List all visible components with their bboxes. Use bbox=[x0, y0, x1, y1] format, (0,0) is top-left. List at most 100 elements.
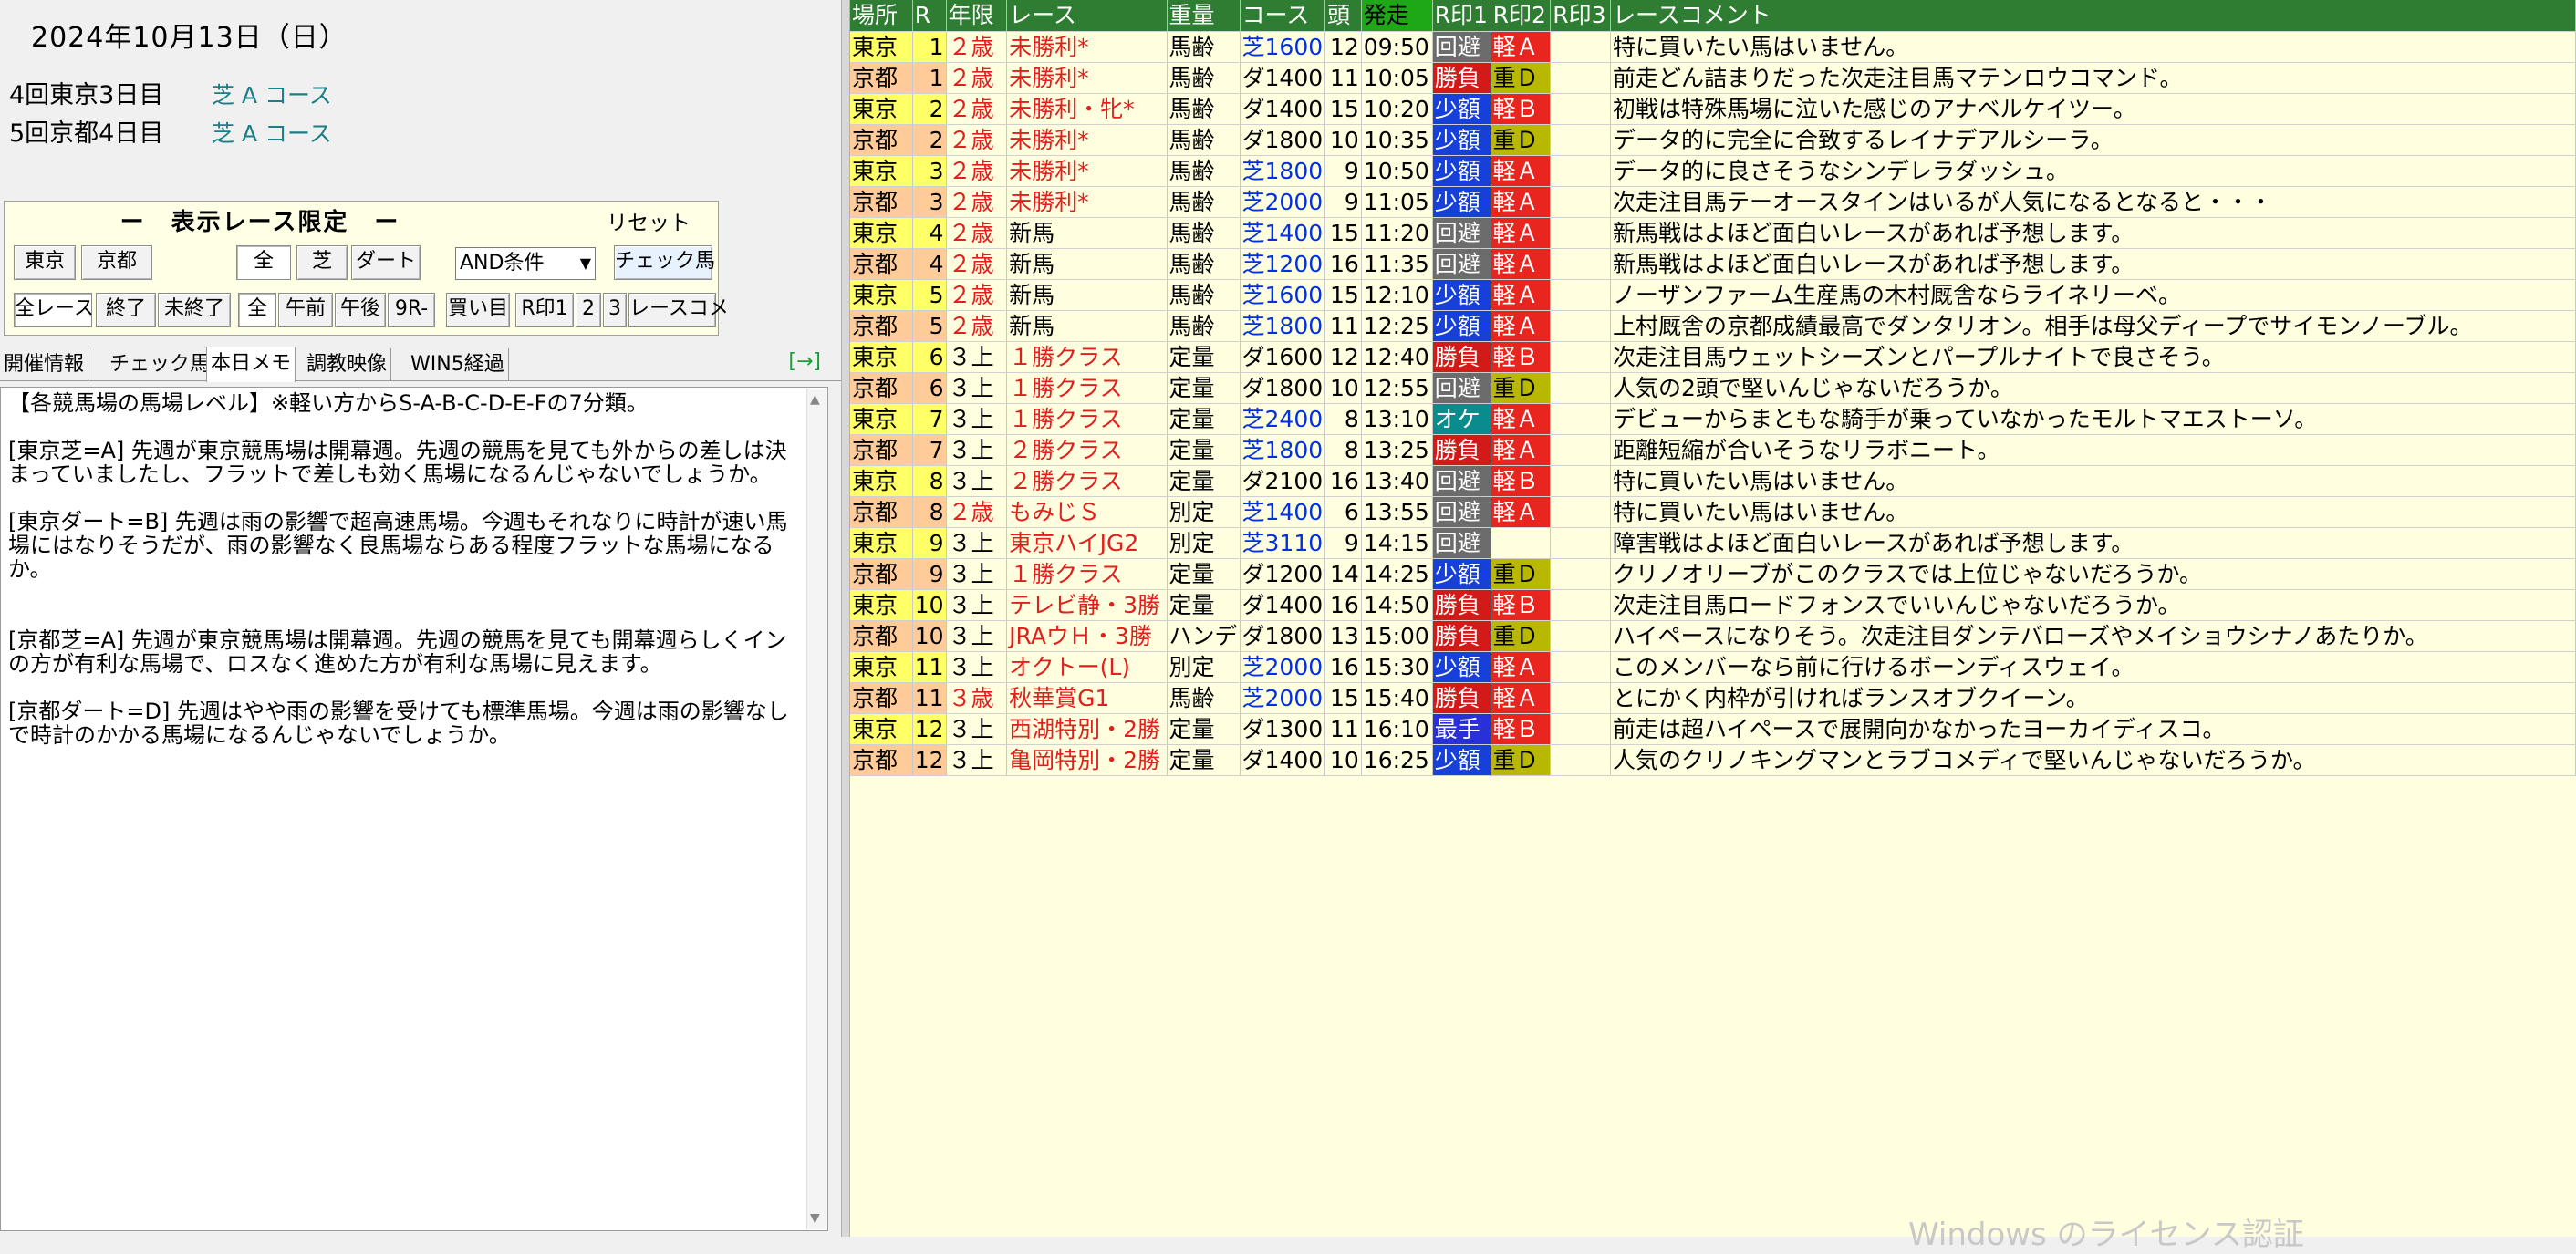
rmark3-cell[interactable] bbox=[1550, 713, 1611, 745]
start-cell[interactable]: 11:20 bbox=[1361, 217, 1433, 249]
heads-cell[interactable]: 10 bbox=[1324, 744, 1362, 776]
r-cell[interactable]: 9 bbox=[912, 558, 947, 590]
age-cell[interactable]: ２歳 bbox=[946, 279, 1008, 311]
race-cell[interactable]: 未勝利* bbox=[1006, 31, 1168, 63]
rmark3-button[interactable]: 3 bbox=[603, 293, 627, 327]
rmark2-cell[interactable]: 軽Ａ bbox=[1491, 434, 1552, 466]
heads-cell[interactable]: 11 bbox=[1324, 62, 1362, 94]
rmark2-cell[interactable]: 重Ｄ bbox=[1491, 124, 1552, 156]
rmark1-cell[interactable]: 勝負 bbox=[1432, 434, 1491, 466]
heads-cell[interactable]: 12 bbox=[1324, 31, 1362, 63]
venue-cell[interactable]: 京都 bbox=[850, 310, 913, 342]
start-cell[interactable]: 09:50 bbox=[1361, 31, 1433, 63]
weight-cell[interactable]: 馬齢 bbox=[1167, 248, 1241, 280]
filter-dirt-button[interactable]: ダート bbox=[351, 245, 421, 280]
filter-finished-button[interactable]: 終了 bbox=[96, 293, 156, 327]
rmark1-cell[interactable]: 回避 bbox=[1432, 217, 1491, 249]
rmark3-cell[interactable] bbox=[1550, 496, 1611, 528]
filter-tokyo-button[interactable]: 東京 bbox=[14, 245, 76, 280]
rmark2-cell[interactable]: 重Ｄ bbox=[1491, 558, 1552, 590]
race-cell[interactable]: 未勝利* bbox=[1006, 155, 1168, 187]
venue-cell[interactable]: 京都 bbox=[850, 186, 913, 218]
table-row[interactable]: 京都 4 ２歳 新馬 馬齢 芝1200 16 11:35 回避 軽Ａ 新馬戦はよほど面白いレースがあ… bbox=[850, 248, 2576, 280]
rmark1-cell[interactable]: 勝負 bbox=[1432, 682, 1491, 714]
rmark2-cell[interactable]: 重Ｄ bbox=[1491, 744, 1552, 776]
table-row[interactable]: 京都 12 ３上 亀岡特別・2勝 定量 ダ1400 10 16:25 少額 重Ｄ 人気のクリノキング… bbox=[850, 744, 2576, 776]
heads-cell[interactable]: 9 bbox=[1324, 155, 1362, 187]
course-cell[interactable]: 芝1800 bbox=[1240, 155, 1326, 187]
course-cell[interactable]: 芝1200 bbox=[1240, 248, 1326, 280]
course-cell[interactable]: ダ1800 bbox=[1240, 620, 1326, 652]
reset-button[interactable]: リセット bbox=[607, 205, 691, 236]
table-row[interactable]: 京都 8 ２歳 もみじＳ 別定 芝1400 6 13:55 回避 軽Ａ 特に買いたい馬はいません。 bbox=[850, 496, 2576, 528]
rmark3-cell[interactable] bbox=[1550, 620, 1611, 652]
weight-cell[interactable]: 馬齢 bbox=[1167, 310, 1241, 342]
venue-cell[interactable]: 東京 bbox=[850, 527, 913, 559]
race-cell[interactable]: もみじＳ bbox=[1006, 496, 1168, 528]
age-cell[interactable]: ３上 bbox=[946, 403, 1008, 435]
weight-cell[interactable]: 馬齢 bbox=[1167, 217, 1241, 249]
weight-cell[interactable]: 馬齢 bbox=[1167, 124, 1241, 156]
col-rmark2-header[interactable]: R印2 bbox=[1491, 0, 1552, 32]
table-row[interactable]: 東京 2 ２歳 未勝利・牝* 馬齢 ダ1400 15 10:20 少額 軽Ｂ 初戦は特殊馬場に泣いた… bbox=[850, 93, 2576, 125]
weight-cell[interactable]: 馬齢 bbox=[1167, 93, 1241, 125]
weight-cell[interactable]: 別定 bbox=[1167, 496, 1241, 528]
age-cell[interactable]: ２歳 bbox=[946, 496, 1008, 528]
age-cell[interactable]: ３上 bbox=[946, 713, 1008, 745]
weight-cell[interactable]: 馬齢 bbox=[1167, 31, 1241, 63]
race-cell[interactable]: ２勝クラス bbox=[1006, 465, 1168, 497]
rmark3-cell[interactable] bbox=[1550, 744, 1611, 776]
rmark1-cell[interactable]: オケ bbox=[1432, 403, 1491, 435]
venue-cell[interactable]: 東京 bbox=[850, 217, 913, 249]
venue-cell[interactable]: 京都 bbox=[850, 496, 913, 528]
venue-cell[interactable]: 東京 bbox=[850, 403, 913, 435]
race-cell[interactable]: １勝クラス bbox=[1006, 341, 1168, 373]
age-cell[interactable]: ２歳 bbox=[946, 186, 1008, 218]
table-row[interactable]: 京都 3 ２歳 未勝利* 馬齢 芝2000 9 11:05 少額 軽Ａ 次走注目馬テーオースタインは… bbox=[850, 186, 2576, 218]
course-cell[interactable]: ダ1400 bbox=[1240, 589, 1326, 621]
today-memo-text[interactable]: 【各競馬場の馬場レベル】※軽い方からS-A-B-C-D-E-Fの7分類。 [東京… bbox=[0, 387, 828, 1231]
filter-unfinished-button[interactable]: 未終了 bbox=[158, 293, 231, 327]
comment-cell[interactable]: デビューからまともな騎手が乗っていなかったモルトマエストーソ。 bbox=[1610, 403, 2576, 435]
rmark2-cell[interactable]: 軽Ｂ bbox=[1491, 589, 1552, 621]
start-cell[interactable]: 10:20 bbox=[1361, 93, 1433, 125]
rmark2-cell[interactable]: 軽Ａ bbox=[1491, 651, 1552, 683]
rmark3-cell[interactable] bbox=[1550, 651, 1611, 683]
rmark2-cell[interactable]: 軽Ａ bbox=[1491, 403, 1552, 435]
weight-cell[interactable]: 馬齢 bbox=[1167, 186, 1241, 218]
col-r-header[interactable]: R bbox=[912, 0, 947, 32]
rmark1-cell[interactable]: 回避 bbox=[1432, 372, 1491, 404]
course-cell[interactable]: 芝2000 bbox=[1240, 651, 1326, 683]
start-cell[interactable]: 13:25 bbox=[1361, 434, 1433, 466]
race-cell[interactable]: 新馬 bbox=[1006, 248, 1168, 280]
comment-cell[interactable]: 前走どん詰まりだった次走注目馬マテンロウコマンド。 bbox=[1610, 62, 2576, 94]
age-cell[interactable]: ３上 bbox=[946, 527, 1008, 559]
col-race-header[interactable]: レース bbox=[1006, 0, 1168, 32]
col-weight-header[interactable]: 重量 bbox=[1167, 0, 1241, 32]
heads-cell[interactable]: 15 bbox=[1324, 279, 1362, 311]
age-cell[interactable]: ２歳 bbox=[946, 217, 1008, 249]
rmark3-cell[interactable] bbox=[1550, 341, 1611, 373]
r-cell[interactable]: 2 bbox=[912, 93, 947, 125]
race-cell[interactable]: ２勝クラス bbox=[1006, 434, 1168, 466]
tab-win5[interactable]: WIN5経過 bbox=[407, 348, 509, 381]
heads-cell[interactable]: 8 bbox=[1324, 434, 1362, 466]
venue-cell[interactable]: 東京 bbox=[850, 341, 913, 373]
age-cell[interactable]: ３上 bbox=[946, 651, 1008, 683]
filter-all-races-button[interactable]: 全レース bbox=[14, 293, 94, 327]
venue-cell[interactable]: 京都 bbox=[850, 124, 913, 156]
venue-cell[interactable]: 東京 bbox=[850, 651, 913, 683]
course-cell[interactable]: ダ1400 bbox=[1240, 93, 1326, 125]
age-cell[interactable]: ２歳 bbox=[946, 93, 1008, 125]
scroll-up-icon[interactable]: ▲ bbox=[810, 392, 820, 407]
start-cell[interactable]: 15:00 bbox=[1361, 620, 1433, 652]
venue-cell[interactable]: 東京 bbox=[850, 155, 913, 187]
heads-cell[interactable]: 16 bbox=[1324, 589, 1362, 621]
rmark1-cell[interactable]: 少額 bbox=[1432, 744, 1491, 776]
rmark2-cell[interactable]: 軽Ａ bbox=[1491, 310, 1552, 342]
table-row[interactable]: 東京 11 ３上 オクトー(L) 別定 芝2000 16 15:30 少額 軽Ａ このメンバーなら前… bbox=[850, 651, 2576, 683]
rmark2-cell[interactable]: 軽Ａ bbox=[1491, 496, 1552, 528]
rmark2-cell[interactable]: 重Ｄ bbox=[1491, 620, 1552, 652]
col-venue-header[interactable]: 場所 bbox=[850, 0, 913, 32]
rmark1-cell[interactable]: 勝負 bbox=[1432, 62, 1491, 94]
